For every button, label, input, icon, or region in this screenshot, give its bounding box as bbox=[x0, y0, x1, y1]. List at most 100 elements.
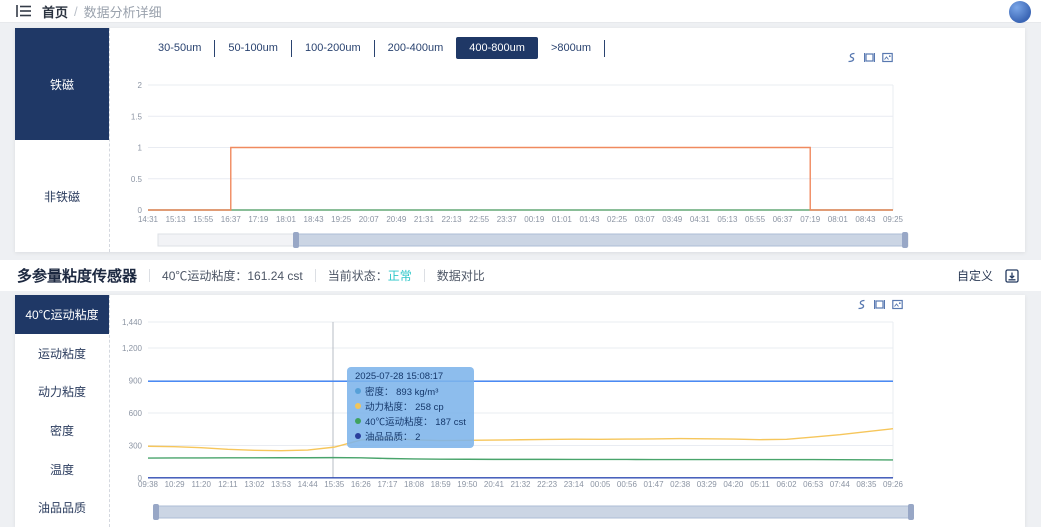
data-compare-button[interactable]: 数据对比 bbox=[437, 267, 485, 284]
sidebar-item-油品品质[interactable]: 油品品质 bbox=[15, 488, 109, 527]
svg-text:18:59: 18:59 bbox=[431, 480, 452, 489]
svg-text:15:13: 15:13 bbox=[166, 215, 187, 224]
svg-text:07:44: 07:44 bbox=[830, 480, 851, 489]
custom-button[interactable]: 自定义 bbox=[957, 267, 993, 284]
series-动力粘度 bbox=[147, 428, 894, 452]
sidebar-item-动力粘度[interactable]: 动力粘度 bbox=[15, 372, 109, 411]
svg-text:14:31: 14:31 bbox=[138, 215, 159, 224]
zoom-select-icon[interactable] bbox=[874, 299, 885, 310]
svg-text:0: 0 bbox=[138, 206, 143, 215]
viscosity-section-header: 多参量粘度传感器 40℃运动粘度：161.24 cst 当前状态：正常 数据对比… bbox=[0, 260, 1041, 291]
svg-text:14:44: 14:44 bbox=[298, 480, 319, 489]
viscosity-stat: 40℃运动粘度：161.24 cst bbox=[162, 269, 303, 283]
magnetic-sidebar: 铁磁 非铁磁 bbox=[15, 28, 110, 252]
svg-text:22:23: 22:23 bbox=[537, 480, 558, 489]
datazoom-slider[interactable] bbox=[153, 504, 914, 520]
svg-text:19:50: 19:50 bbox=[457, 480, 478, 489]
svg-text:20:07: 20:07 bbox=[359, 215, 380, 224]
svg-text:04:20: 04:20 bbox=[723, 480, 744, 489]
series-color-dot bbox=[355, 433, 361, 439]
svg-text:15:55: 15:55 bbox=[193, 215, 214, 224]
tooltip-timestamp: 2025-07-28 15:08:17 bbox=[355, 371, 444, 382]
svg-text:900: 900 bbox=[129, 377, 143, 386]
sidebar-item-密度[interactable]: 密度 bbox=[15, 411, 109, 450]
tab->800um[interactable]: >800um bbox=[538, 37, 604, 59]
viscosity-sensor-panel: 40℃运动粘度 运动粘度 动力粘度 密度 温度 油品品质 0 300 600 900 1,200 1… bbox=[15, 295, 1025, 527]
tab-separator bbox=[604, 39, 605, 57]
svg-text:02:38: 02:38 bbox=[670, 480, 691, 489]
svg-text:03:07: 03:07 bbox=[635, 215, 656, 224]
svg-text:18:08: 18:08 bbox=[404, 480, 425, 489]
tab-400-800um[interactable]: 400-800um bbox=[456, 37, 538, 59]
series-color-dot bbox=[355, 388, 361, 394]
svg-text:0.5: 0.5 bbox=[131, 175, 143, 184]
slider-handle[interactable] bbox=[293, 232, 299, 248]
svg-text:09:38: 09:38 bbox=[138, 480, 159, 489]
tab-100-200um[interactable]: 100-200um bbox=[292, 37, 374, 59]
restore-icon[interactable] bbox=[856, 299, 867, 310]
svg-text:04:31: 04:31 bbox=[690, 215, 711, 224]
tab-50-100um[interactable]: 50-100um bbox=[215, 37, 291, 59]
svg-text:09:26: 09:26 bbox=[883, 480, 904, 489]
breadcrumb-current: 数据分析详细 bbox=[83, 4, 162, 20]
svg-text:05:13: 05:13 bbox=[717, 215, 738, 224]
chart-toolbox bbox=[856, 299, 903, 310]
svg-text:18:01: 18:01 bbox=[276, 215, 297, 224]
tab-30-50um[interactable]: 30-50um bbox=[145, 37, 214, 59]
sidebar-item-温度[interactable]: 温度 bbox=[15, 450, 109, 489]
restore-icon[interactable] bbox=[846, 52, 857, 63]
svg-text:22:55: 22:55 bbox=[469, 215, 490, 224]
particle-size-tabs: 30-50um 50-100um 100-200um 200-400um 400-800… bbox=[145, 36, 605, 60]
series-lines bbox=[147, 380, 894, 479]
viscosity-chart[interactable]: 03006009001,2001,44009:38 10:29 11:20 12:11… bbox=[15, 295, 1025, 527]
tooltip-item: 油品品质： 2 bbox=[355, 429, 466, 443]
tooltip-item: 动力粘度： 258 cp bbox=[355, 399, 466, 413]
svg-text:01:43: 01:43 bbox=[579, 215, 600, 224]
svg-text:03:29: 03:29 bbox=[697, 480, 718, 489]
chart-tooltip: 2025-07-28 15:08:17 密度： 893 kg/m³ 动力粘度： 2… bbox=[347, 367, 474, 448]
save-image-icon[interactable] bbox=[892, 299, 903, 310]
svg-text:06:37: 06:37 bbox=[773, 215, 794, 224]
x-axis-labels: 14:31 15:13 15:55 16:37 17:19 18:01 18:43 19:25… bbox=[138, 215, 904, 224]
datazoom-slider[interactable] bbox=[157, 232, 909, 248]
svg-text:12:11: 12:11 bbox=[218, 480, 238, 489]
svg-text:01:47: 01:47 bbox=[644, 480, 665, 489]
tab-200-400um[interactable]: 200-400um bbox=[375, 37, 457, 59]
series-40℃运动粘度 bbox=[147, 456, 894, 461]
user-avatar[interactable] bbox=[1009, 1, 1031, 23]
svg-text:10:29: 10:29 bbox=[165, 480, 186, 489]
top-navigation-bar: 首页 / 数据分析详细 bbox=[0, 0, 1041, 23]
section-title: 多参量粘度传感器 bbox=[17, 268, 138, 285]
svg-text:21:32: 21:32 bbox=[510, 480, 531, 489]
sidebar-item-运动粘度[interactable]: 运动粘度 bbox=[15, 334, 109, 373]
svg-text:13:53: 13:53 bbox=[271, 480, 292, 489]
svg-text:09:25: 09:25 bbox=[883, 215, 904, 224]
breadcrumb-home[interactable]: 首页 bbox=[42, 2, 68, 21]
divider bbox=[149, 269, 151, 282]
svg-text:07:19: 07:19 bbox=[800, 215, 821, 224]
svg-text:01:01: 01:01 bbox=[552, 215, 573, 224]
download-icon[interactable] bbox=[1005, 268, 1019, 283]
save-image-icon[interactable] bbox=[882, 52, 893, 63]
svg-text:1.5: 1.5 bbox=[131, 112, 143, 121]
sidebar-item-40℃运动粘度[interactable]: 40℃运动粘度 bbox=[15, 295, 109, 334]
sidebar-item-非铁磁[interactable]: 非铁磁 bbox=[15, 140, 109, 252]
svg-text:20:41: 20:41 bbox=[484, 480, 505, 489]
svg-text:1,200: 1,200 bbox=[122, 344, 143, 353]
slider-handle[interactable] bbox=[908, 504, 914, 520]
zoom-select-icon[interactable] bbox=[864, 52, 875, 63]
magnetic-particle-panel: 铁磁 非铁磁 30-50um 50-100um 100-200um 200-400um 4… bbox=[15, 28, 1025, 252]
svg-text:00:56: 00:56 bbox=[617, 480, 638, 489]
sidebar-item-铁磁[interactable]: 铁磁 bbox=[15, 28, 109, 140]
menu-collapse-icon[interactable] bbox=[16, 4, 32, 18]
series-color-dot bbox=[355, 418, 361, 424]
slider-handle[interactable] bbox=[153, 504, 159, 520]
svg-text:16:37: 16:37 bbox=[221, 215, 242, 224]
slider-handle[interactable] bbox=[902, 232, 908, 248]
svg-text:1: 1 bbox=[138, 144, 143, 153]
breadcrumb-separator: / bbox=[74, 3, 78, 19]
svg-text:13:02: 13:02 bbox=[244, 480, 265, 489]
svg-text:15:35: 15:35 bbox=[324, 480, 345, 489]
svg-text:08:43: 08:43 bbox=[855, 215, 876, 224]
status-badge: 正常 bbox=[387, 269, 412, 283]
